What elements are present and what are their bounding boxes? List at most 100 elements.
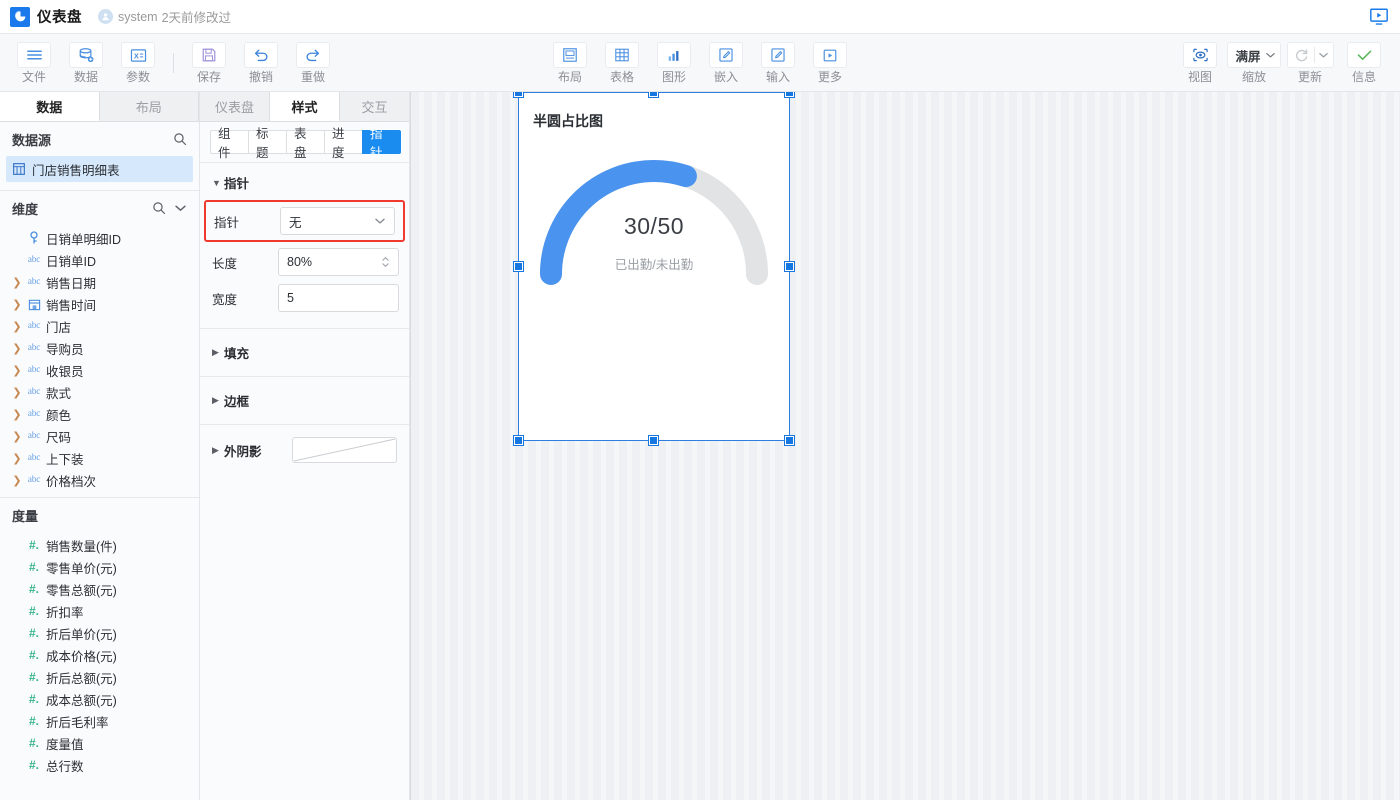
resize-handle-middle-right[interactable] [785, 262, 794, 271]
resize-handle-top-left[interactable] [514, 92, 523, 97]
resize-handle-top-center[interactable] [649, 92, 658, 97]
toolbar-embed-button[interactable]: 嵌入 [700, 36, 752, 90]
toolbar-redo-button[interactable]: 重做 [287, 36, 339, 90]
measure-item-label: 折后总额(元) [46, 668, 117, 687]
tab-style[interactable]: 样式 [270, 92, 340, 121]
measure-item[interactable]: ❯#.销售数量(件) [0, 534, 199, 556]
subtab-component[interactable]: 组件 [210, 130, 248, 154]
toolbar-layout-button[interactable]: 布局 [544, 36, 596, 90]
resize-handle-bottom-left[interactable] [514, 436, 523, 445]
toolbar-undo-button[interactable]: 撤销 [235, 36, 287, 90]
border-group-header[interactable]: ▶ 边框 [200, 391, 409, 410]
expand-chevron-icon[interactable]: ❯ [10, 364, 24, 377]
refresh-split-button[interactable] [1287, 42, 1334, 68]
dimension-item[interactable]: ❯abc上下装 [0, 447, 199, 469]
measure-item[interactable]: ❯#.折后毛利率 [0, 710, 199, 732]
datasource-item-store-sales[interactable]: 门店销售明细表 [6, 156, 193, 182]
measure-item-label: 折后单价(元) [46, 624, 117, 643]
chevron-down-icon[interactable] [174, 204, 187, 213]
toolbar-view-button[interactable]: 视图 [1174, 36, 1226, 90]
border-settings-group: ▶ 边框 [200, 377, 409, 425]
expand-chevron-icon[interactable]: ❯ [10, 430, 24, 443]
expand-chevron-icon[interactable]: ❯ [10, 474, 24, 487]
dimension-item[interactable]: ❯销售时间 [0, 293, 199, 315]
toolbar-data-label: 数据 [74, 71, 98, 83]
toolbar-input-button[interactable]: 输入 [752, 36, 804, 90]
measure-item[interactable]: ❯#.折后单价(元) [0, 622, 199, 644]
dimension-item[interactable]: ❯abc日销单ID [0, 249, 199, 271]
subtab-pointer[interactable]: 指针 [362, 130, 401, 154]
tab-layout[interactable]: 布局 [100, 92, 200, 121]
fill-group-header[interactable]: ▶ 填充 [200, 343, 409, 362]
shadow-group-header[interactable]: ▶ 外阴影 [212, 441, 284, 460]
chevron-down-icon[interactable] [374, 217, 386, 225]
subtab-dial[interactable]: 表盘 [286, 130, 324, 154]
expand-chevron-icon[interactable]: ❯ [10, 276, 24, 289]
dimension-item[interactable]: ❯abc导购员 [0, 337, 199, 359]
embed-pencil-icon [709, 42, 743, 68]
expand-chevron-icon[interactable]: ❯ [10, 408, 24, 421]
measure-item[interactable]: ❯#.成本总额(元) [0, 688, 199, 710]
toolbar-refresh-control[interactable]: 更新 [1282, 36, 1338, 90]
menu-lines-icon [17, 42, 51, 68]
resize-handle-middle-left[interactable] [514, 262, 523, 271]
expand-chevron-icon[interactable]: ❯ [10, 386, 24, 399]
shadow-preview-box[interactable] [292, 437, 397, 463]
expand-chevron-icon[interactable]: ❯ [10, 320, 24, 333]
expand-chevron-icon[interactable]: ❯ [10, 342, 24, 355]
measure-item[interactable]: ❯#.折后总额(元) [0, 666, 199, 688]
measure-item-label: 总行数 [46, 756, 84, 775]
measure-item[interactable]: ❯#.零售单价(元) [0, 556, 199, 578]
toolbar-save-button[interactable]: 保存 [183, 36, 235, 90]
dashboard-canvas[interactable]: 半圆占比图 30/50 已出勤/未出勤 [410, 92, 1400, 800]
expand-chevron-icon[interactable]: ❯ [10, 298, 24, 311]
pointer-settings-group: ▼ 指针 指针 无 长度 [200, 163, 409, 329]
toolbar-chart-button[interactable]: 图形 [648, 36, 700, 90]
spinner-icon[interactable] [381, 255, 390, 269]
subtab-progress[interactable]: 进度 [324, 130, 362, 154]
search-icon[interactable] [152, 201, 166, 215]
abc-icon: abc [24, 387, 44, 397]
resize-handle-bottom-center[interactable] [649, 436, 658, 445]
resize-handle-top-right[interactable] [785, 92, 794, 97]
toolbar-file-button[interactable]: 文件 [8, 36, 60, 90]
tab-dashboard[interactable]: 仪表盘 [200, 92, 270, 121]
refresh-icon[interactable] [1292, 48, 1311, 63]
tab-interaction[interactable]: 交互 [340, 92, 409, 121]
dimension-item[interactable]: ❯abc价格档次 [0, 469, 199, 491]
dimension-item[interactable]: ❯abc收银员 [0, 359, 199, 381]
dimension-item[interactable]: ❯abc款式 [0, 381, 199, 403]
dimension-item[interactable]: ❯日销单明细ID [0, 227, 199, 249]
pointer-width-input[interactable]: 5 [278, 284, 399, 312]
expand-chevron-icon[interactable]: ❯ [10, 452, 24, 465]
chevron-down-icon[interactable] [1318, 51, 1329, 59]
measure-item[interactable]: ❯#.零售总额(元) [0, 578, 199, 600]
measure-item[interactable]: ❯#.折扣率 [0, 600, 199, 622]
dimension-item[interactable]: ❯abc尺码 [0, 425, 199, 447]
pointer-group-header[interactable]: ▼ 指针 [200, 173, 409, 198]
main-toolbar: 文件 数据 X 参数 保存 [0, 34, 1400, 92]
pointer-length-input[interactable]: 80% [278, 248, 399, 276]
chevron-down-icon[interactable] [1265, 51, 1276, 59]
measure-item[interactable]: ❯#.总行数 [0, 754, 199, 776]
toolbar-parameter-button[interactable]: X 参数 [112, 36, 164, 90]
pointer-type-select[interactable]: 无 [280, 207, 395, 235]
tab-data[interactable]: 数据 [0, 92, 100, 121]
zoom-select[interactable]: 满屏 [1227, 42, 1280, 68]
toolbar-data-button[interactable]: 数据 [60, 36, 112, 90]
dimension-item[interactable]: ❯abc颜色 [0, 403, 199, 425]
svg-text:X: X [133, 51, 138, 60]
subtab-title[interactable]: 标题 [248, 130, 286, 154]
present-screen-icon[interactable] [1366, 6, 1392, 28]
measure-item[interactable]: ❯#.成本价格(元) [0, 644, 199, 666]
toolbar-info-button[interactable]: 信息 [1338, 36, 1390, 90]
resize-handle-bottom-right[interactable] [785, 436, 794, 445]
toolbar-zoom-control[interactable]: 满屏 缩放 [1226, 36, 1282, 90]
measure-item[interactable]: ❯#.度量值 [0, 732, 199, 754]
chart-widget[interactable]: 半圆占比图 30/50 已出勤/未出勤 [518, 92, 790, 441]
toolbar-table-button[interactable]: 表格 [596, 36, 648, 90]
toolbar-more-button[interactable]: 更多 [804, 36, 856, 90]
dimension-item[interactable]: ❯abc门店 [0, 315, 199, 337]
search-icon[interactable] [173, 132, 187, 146]
dimension-item[interactable]: ❯abc销售日期 [0, 271, 199, 293]
